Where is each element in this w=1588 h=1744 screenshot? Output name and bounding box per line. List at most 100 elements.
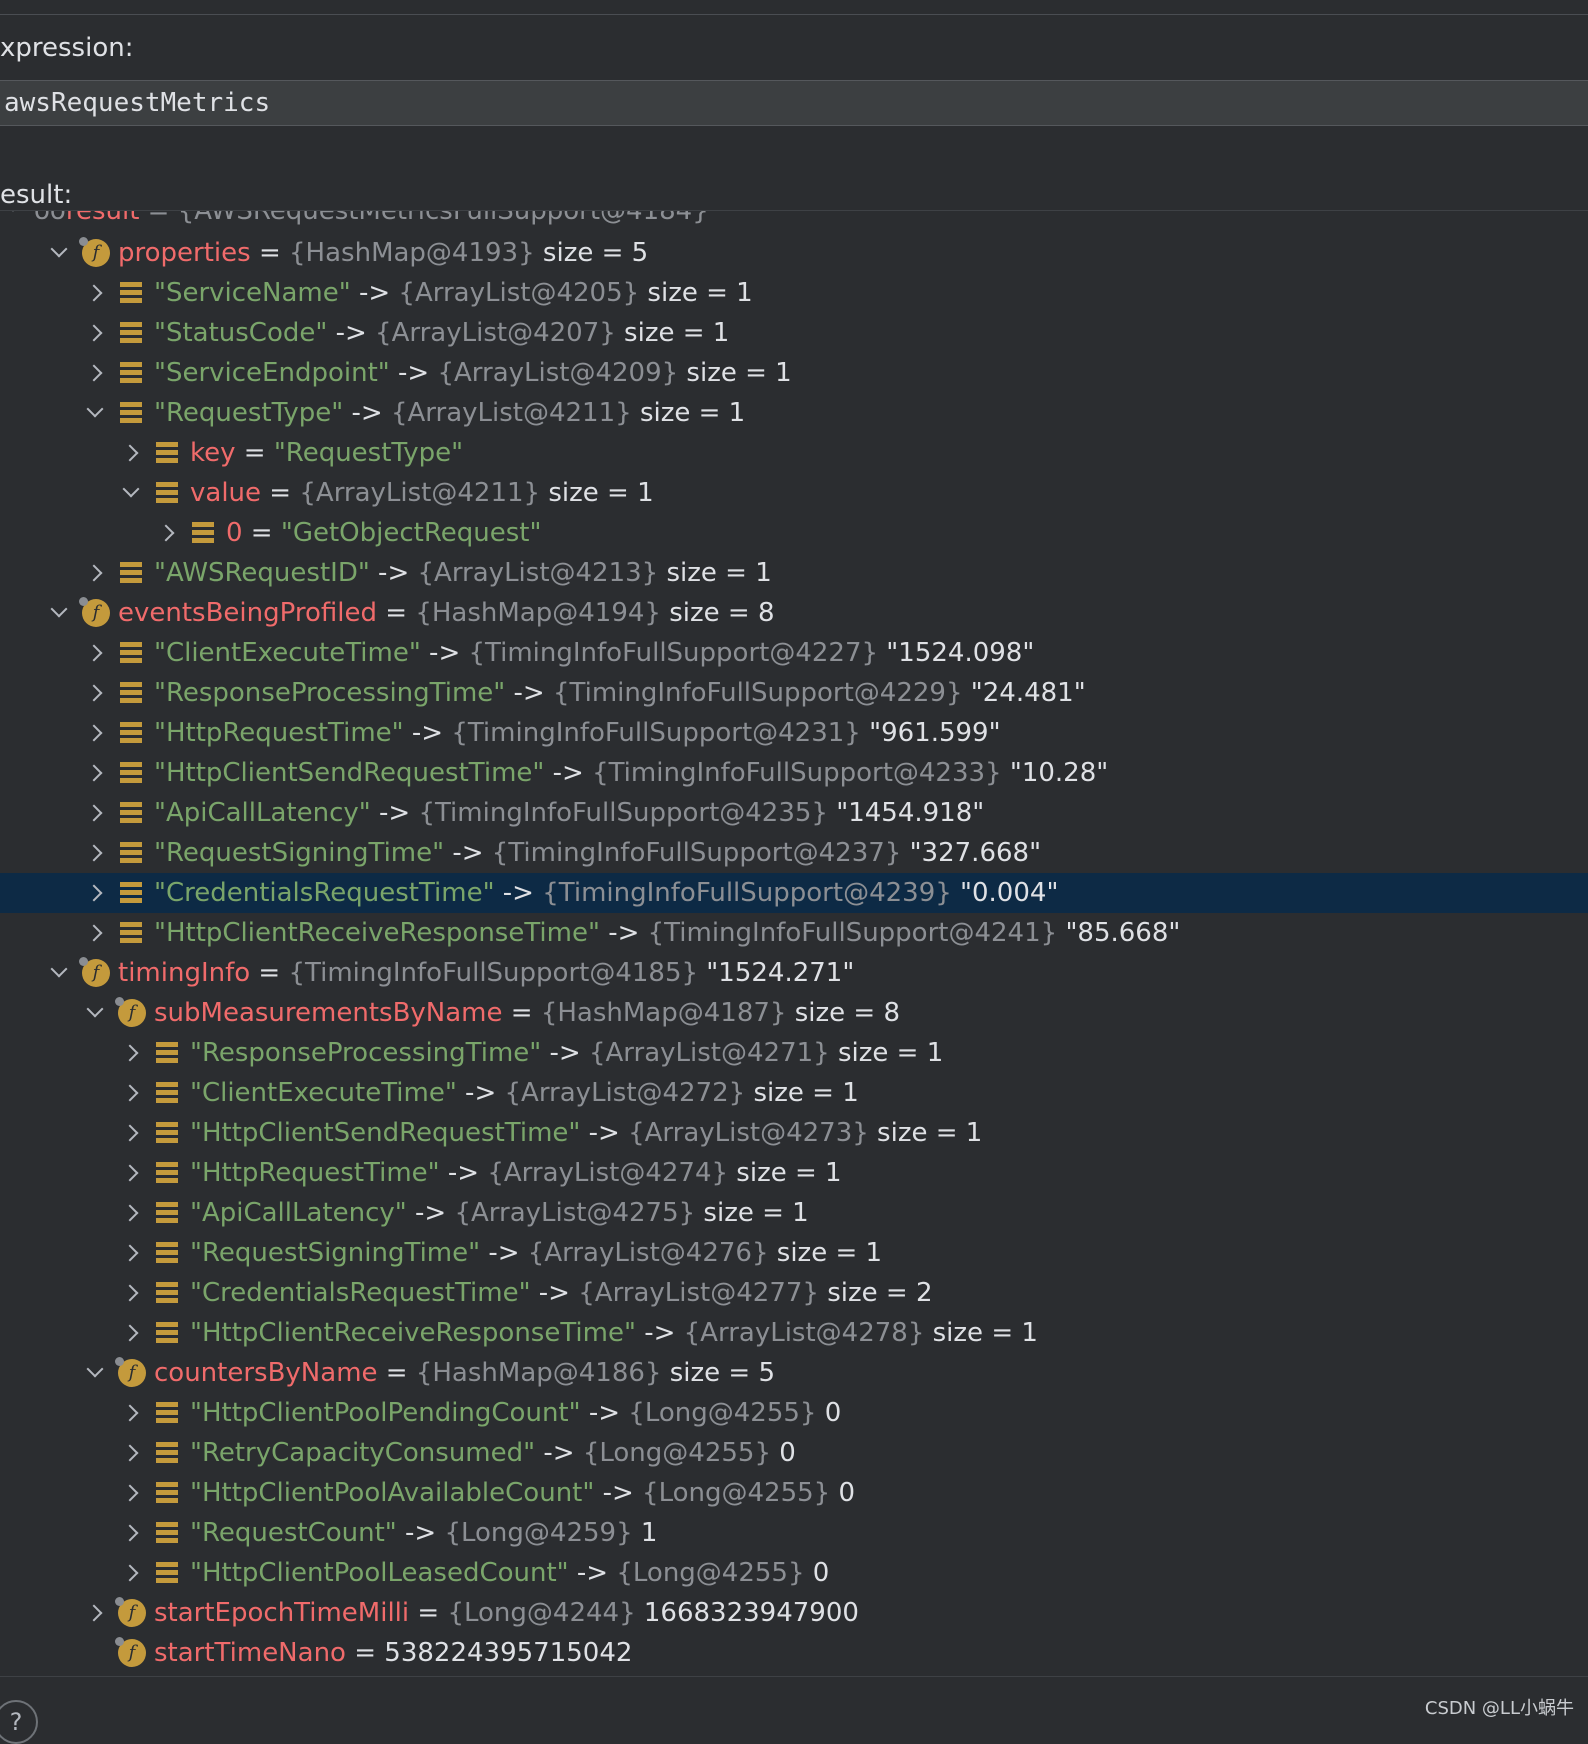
chevron-right-icon[interactable] <box>118 1313 144 1353</box>
result-root-row[interactable]: ooresult = {AWSRequestMetricsFullSupport… <box>0 211 1588 231</box>
chevron-right-icon[interactable] <box>82 793 108 833</box>
tree-row[interactable]: f startTimeNano = 538224395715042 <box>0 1633 1588 1673</box>
chevron-right-icon[interactable] <box>82 1593 108 1633</box>
chevron-right-icon[interactable] <box>118 1433 144 1473</box>
chevron-right-icon[interactable] <box>82 553 108 593</box>
tree-row[interactable]: "CredentialsRequestTime" -> {TimingInfoF… <box>0 873 1588 913</box>
chevron-right-icon[interactable] <box>118 1553 144 1593</box>
row-value: 0 <box>830 1478 856 1508</box>
tree-row[interactable]: "ClientExecuteTime" -> {ArrayList@4272} … <box>0 1073 1588 1113</box>
chevron-right-icon[interactable] <box>82 753 108 793</box>
row-operator: = <box>235 438 274 468</box>
tree-row[interactable]: f timingInfo = {TimingInfoFullSupport@418… <box>0 953 1588 993</box>
row-reference: {HashMap@4186} <box>415 1358 662 1388</box>
chevron-right-icon[interactable] <box>82 673 108 713</box>
tree-row[interactable]: "RequestSigningTime" -> {ArrayList@4276}… <box>0 1233 1588 1273</box>
row-reference: {TimingInfoFullSupport@4239} <box>542 878 952 908</box>
chevron-right-icon[interactable] <box>82 873 108 913</box>
map-entry-icon <box>156 1202 178 1224</box>
row-value: size = 1 <box>745 1078 859 1108</box>
chevron-right-icon[interactable] <box>118 1153 144 1193</box>
tree-row[interactable]: "HttpClientSendRequestTime" -> {TimingIn… <box>0 753 1588 793</box>
tree-row[interactable]: "ApiCallLatency" -> {ArrayList@4275} siz… <box>0 1193 1588 1233</box>
tree-row[interactable]: "ServiceEndpoint" -> {ArrayList@4209} si… <box>0 353 1588 393</box>
tree-row[interactable]: "ResponseProcessingTime" -> {TimingInfoF… <box>0 673 1588 713</box>
help-button[interactable]: ? <box>0 1700 38 1744</box>
chevron-down-icon[interactable] <box>82 393 108 433</box>
chevron-down-icon[interactable] <box>46 953 72 993</box>
tree-row[interactable]: "HttpClientPoolLeasedCount" -> {Long@425… <box>0 1553 1588 1593</box>
map-entry-icon <box>120 762 142 784</box>
row-key: "ResponseProcessingTime" <box>154 678 506 708</box>
map-entry-icon <box>156 1082 178 1104</box>
tree-row[interactable]: "HttpClientReceiveResponseTime" -> {Arra… <box>0 1313 1588 1353</box>
chevron-right-icon[interactable] <box>118 1513 144 1553</box>
row-operator: -> <box>327 318 376 348</box>
tree-row[interactable]: "HttpClientSendRequestTime" -> {ArrayLis… <box>0 1113 1588 1153</box>
row-reference: {HashMap@4194} <box>415 598 661 628</box>
tree-row[interactable]: f eventsBeingProfiled = {HashMap@4194} si… <box>0 593 1588 633</box>
chevron-right-icon[interactable] <box>82 633 108 673</box>
row-value: 1 <box>632 1518 658 1548</box>
chevron-right-icon[interactable] <box>82 713 108 753</box>
chevron-right-icon[interactable] <box>118 1033 144 1073</box>
row-operator: -> <box>544 758 593 788</box>
chevron-right-icon[interactable] <box>118 1273 144 1313</box>
row-text: "RequestCount" -> {Long@4259} 1 <box>190 1513 657 1553</box>
chevron-right-icon[interactable] <box>118 433 144 473</box>
chevron-right-icon[interactable] <box>82 353 108 393</box>
result-root-name: result <box>65 211 140 226</box>
chevron-right-icon[interactable] <box>118 1073 144 1113</box>
tree-row[interactable]: "RequestType" -> {ArrayList@4211} size =… <box>0 393 1588 433</box>
row-text: "ApiCallLatency" -> {ArrayList@4275} siz… <box>190 1193 809 1233</box>
tree-row[interactable]: "AWSRequestID" -> {ArrayList@4213} size … <box>0 553 1588 593</box>
chevron-right-icon[interactable] <box>118 1233 144 1273</box>
tree-row[interactable]: value = {ArrayList@4211} size = 1 <box>0 473 1588 513</box>
chevron-down-icon[interactable] <box>46 593 72 633</box>
row-reference: {HashMap@4187} <box>540 998 787 1028</box>
tree-row[interactable]: f countersByName = {HashMap@4186} size = … <box>0 1353 1588 1393</box>
chevron-right-icon[interactable] <box>118 1193 144 1233</box>
chevron-right-icon[interactable] <box>118 1393 144 1433</box>
tree-row[interactable]: "RequestCount" -> {Long@4259} 1 <box>0 1513 1588 1553</box>
tree-row[interactable]: "HttpClientPoolAvailableCount" -> {Long@… <box>0 1473 1588 1513</box>
tree-row[interactable]: "StatusCode" -> {ArrayList@4207} size = … <box>0 313 1588 353</box>
row-reference: {ArrayList@4213} <box>417 558 659 588</box>
tree-row[interactable]: "RetryCapacityConsumed" -> {Long@4255} 0 <box>0 1433 1588 1473</box>
tree-row[interactable]: "ServiceName" -> {ArrayList@4205} size =… <box>0 273 1588 313</box>
tree-row[interactable]: 0 = "GetObjectRequest" <box>0 513 1588 553</box>
chevron-right-icon[interactable] <box>82 313 108 353</box>
chevron-down-icon[interactable] <box>82 1353 108 1393</box>
chevron-right-icon[interactable] <box>82 273 108 313</box>
tree-row[interactable]: "HttpClientPoolPendingCount" -> {Long@42… <box>0 1393 1588 1433</box>
chevron-down-icon[interactable] <box>46 233 72 273</box>
chevron-right-icon[interactable] <box>118 1113 144 1153</box>
tree-row[interactable]: "HttpRequestTime" -> {ArrayList@4274} si… <box>0 1153 1588 1193</box>
tree-row[interactable]: key = "RequestType" <box>0 433 1588 473</box>
tree-row[interactable]: "RequestSigningTime" -> {TimingInfoFullS… <box>0 833 1588 873</box>
row-name: timingInfo <box>118 958 251 988</box>
chevron-right-icon[interactable] <box>82 913 108 953</box>
field-icon: f <box>115 997 146 1027</box>
tree-row[interactable]: "ResponseProcessingTime" -> {ArrayList@4… <box>0 1033 1588 1073</box>
chevron-right-icon[interactable] <box>154 513 180 553</box>
row-name: properties <box>118 238 251 268</box>
row-name: subMeasurementsByName <box>154 998 503 1028</box>
tree-row[interactable]: "CredentialsRequestTime" -> {ArrayList@4… <box>0 1273 1588 1313</box>
chevron-down-icon[interactable] <box>118 473 144 513</box>
chevron-right-icon[interactable] <box>82 833 108 873</box>
expression-input[interactable] <box>4 85 1564 121</box>
tree-row[interactable]: "ClientExecuteTime" -> {TimingInfoFullSu… <box>0 633 1588 673</box>
chevron-down-icon[interactable] <box>0 211 26 227</box>
row-text: "ApiCallLatency" -> {TimingInfoFullSuppo… <box>154 793 984 833</box>
tree-row[interactable]: "HttpRequestTime" -> {TimingInfoFullSupp… <box>0 713 1588 753</box>
row-value: size = 1 <box>868 1118 983 1148</box>
chevron-down-icon[interactable] <box>82 993 108 1033</box>
tree-row[interactable]: "ApiCallLatency" -> {TimingInfoFullSuppo… <box>0 793 1588 833</box>
tree-row[interactable]: f startEpochTimeMilli = {Long@4244} 16683… <box>0 1593 1588 1633</box>
tree-row[interactable]: f properties = {HashMap@4193} size = 5 <box>0 233 1588 273</box>
tree-row[interactable]: "HttpClientReceiveResponseTime" -> {Timi… <box>0 913 1588 953</box>
expression-box[interactable] <box>0 80 1588 126</box>
chevron-right-icon[interactable] <box>118 1473 144 1513</box>
tree-row[interactable]: f subMeasurementsByName = {HashMap@4187} … <box>0 993 1588 1033</box>
